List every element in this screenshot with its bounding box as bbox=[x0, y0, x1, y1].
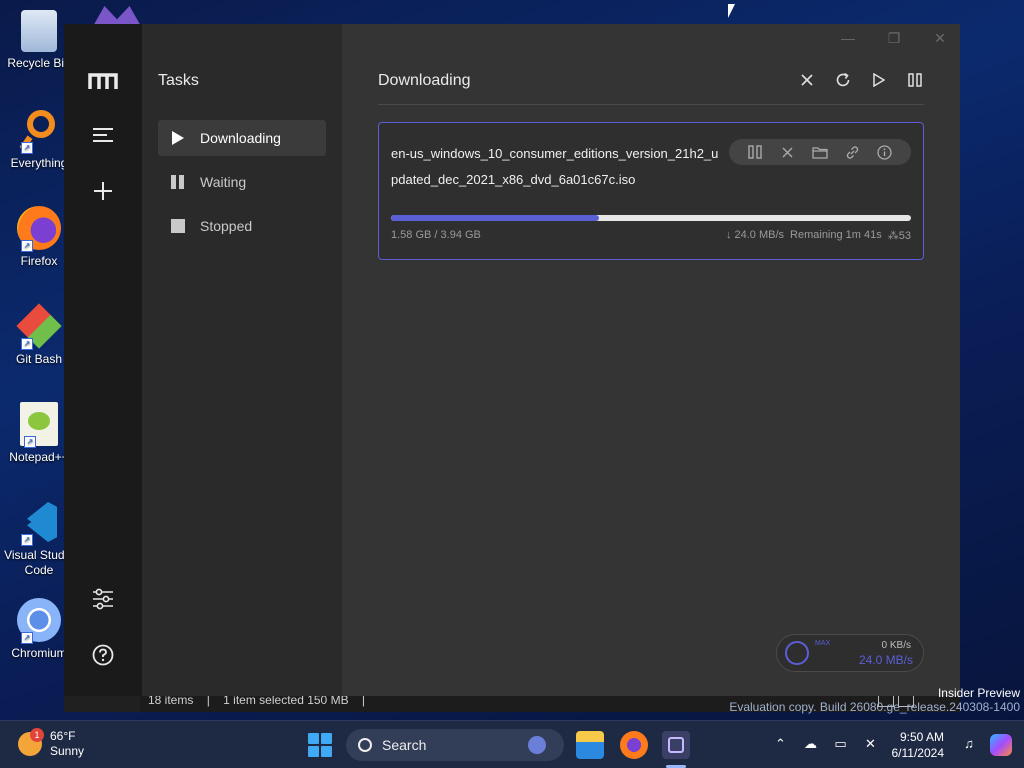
notification-badge: 1 bbox=[30, 728, 44, 742]
pause-icon bbox=[908, 73, 922, 87]
resume-all-button[interactable] bbox=[870, 70, 888, 90]
volume-muted-icon[interactable]: ✕ bbox=[862, 736, 880, 754]
task-progress-bar bbox=[391, 215, 911, 221]
clock-time: 9:50 AM bbox=[899, 730, 944, 744]
weather-text: 66°F Sunny bbox=[50, 729, 84, 759]
sun-icon: 1 bbox=[18, 728, 44, 756]
sidebar-item-label: Stopped bbox=[200, 218, 253, 234]
close-icon bbox=[782, 147, 793, 157]
search-label: Search bbox=[382, 737, 427, 753]
weather-desc: Sunny bbox=[50, 744, 85, 758]
task-stats: ↓ 24.0 MB/s Remaining 1m 41s ⁂53 bbox=[726, 229, 911, 242]
notification-bell-icon[interactable]: ♫ bbox=[960, 736, 978, 754]
firefox-icon: ↗ bbox=[17, 206, 61, 252]
copilot-icon[interactable] bbox=[990, 734, 1012, 756]
chromium-icon: ↗ bbox=[17, 598, 61, 644]
sidebar-item-stopped[interactable]: Stopped bbox=[158, 208, 326, 244]
close-icon bbox=[801, 74, 813, 86]
preferences-icon[interactable] bbox=[88, 584, 118, 614]
task-filename: en-us_windows_10_consumer_editions_versi… bbox=[391, 146, 719, 187]
motrix-taskbar-icon[interactable] bbox=[662, 731, 690, 759]
clock[interactable]: 9:50 AM 6/11/2024 bbox=[892, 729, 945, 761]
magnifier-icon: ↗ bbox=[17, 108, 61, 154]
sidebar-item-label: Downloading bbox=[200, 130, 281, 146]
pause-icon bbox=[748, 145, 762, 159]
pause-task-button[interactable] bbox=[747, 144, 763, 160]
delete-task-button[interactable] bbox=[780, 144, 796, 160]
info-icon bbox=[877, 144, 892, 160]
refresh-button[interactable] bbox=[834, 70, 852, 90]
open-folder-button[interactable] bbox=[812, 144, 828, 160]
windows-logo-pane bbox=[308, 733, 319, 744]
taskbar: 1 66°F Sunny Search ⌃ ☁ ▭ ✕ 9:50 AM 6/11… bbox=[0, 720, 1024, 768]
task-size-progress: 1.58 GB / 3.94 GB bbox=[391, 229, 481, 241]
stop-icon bbox=[170, 218, 186, 234]
file-explorer-icon[interactable] bbox=[576, 731, 604, 759]
motrix-glyph bbox=[668, 737, 684, 753]
clock-date: 6/11/2024 bbox=[891, 746, 945, 760]
chevron-up-icon[interactable]: ⌃ bbox=[772, 736, 790, 754]
help-icon[interactable] bbox=[88, 640, 118, 670]
search-highlight-icon bbox=[528, 736, 546, 754]
upload-speed: 0 KB/s bbox=[881, 640, 911, 651]
speedometer-gauge-icon bbox=[785, 641, 809, 665]
windows-logo-pane bbox=[321, 746, 332, 757]
pause-icon bbox=[170, 174, 186, 190]
network-icon[interactable]: ▭ bbox=[832, 736, 850, 754]
speedometer[interactable]: MAX 0 KB/s 24.0 MB/s bbox=[776, 634, 924, 672]
windows-logo-pane bbox=[308, 746, 319, 757]
page-title: Downloading bbox=[378, 72, 471, 89]
add-task-icon[interactable] bbox=[88, 176, 118, 206]
task-connections: 53 bbox=[898, 230, 911, 242]
copy-link-button[interactable] bbox=[844, 144, 860, 160]
sidebar-item-label: Waiting bbox=[200, 174, 247, 190]
app-logo-icon bbox=[88, 66, 118, 96]
system-tray: ⌃ ☁ ▭ ✕ 9:50 AM 6/11/2024 ♫ bbox=[766, 721, 1024, 768]
speed-limit-mode: MAX bbox=[815, 640, 831, 647]
git-bash-icon: ↗ bbox=[16, 303, 62, 350]
connections-icon: ⁂ bbox=[887, 230, 899, 242]
start-button[interactable] bbox=[308, 733, 332, 757]
menu-icon[interactable] bbox=[88, 120, 118, 150]
weather-widget[interactable]: 1 66°F Sunny bbox=[18, 728, 84, 759]
taskbar-search[interactable]: Search bbox=[346, 729, 564, 761]
windows-logo-pane bbox=[321, 733, 332, 744]
download-speed: 24.0 MB/s bbox=[858, 653, 913, 667]
search-icon bbox=[358, 738, 372, 752]
task-item[interactable]: en-us_windows_10_consumer_editions_versi… bbox=[378, 122, 924, 260]
motrix-window: — ❐ ✕ Tasks Downloading Waiting Stopped … bbox=[64, 24, 960, 696]
task-remaining: Remaining 1m 41s bbox=[790, 229, 882, 241]
task-list-panel: Downloading en-us_windows_10_consumer_ed… bbox=[342, 24, 960, 696]
header-divider bbox=[378, 104, 924, 105]
task-progress-fill bbox=[391, 215, 599, 221]
watermark-line-2: Evaluation copy. Build 26080.ge_release.… bbox=[729, 700, 1020, 714]
nav-rail bbox=[64, 24, 142, 696]
firefox-taskbar-icon[interactable] bbox=[620, 731, 648, 759]
task-sidebar: Tasks Downloading Waiting Stopped bbox=[142, 24, 342, 696]
sidebar-title: Tasks bbox=[158, 72, 199, 89]
mouse-cursor-icon bbox=[728, 4, 735, 18]
recycle-bin-icon bbox=[21, 10, 57, 52]
play-icon bbox=[873, 73, 885, 87]
folder-icon bbox=[812, 146, 828, 159]
vscode-icon: ↗ bbox=[17, 500, 61, 546]
task-toolbar bbox=[798, 70, 924, 90]
notepadpp-icon: ↗ bbox=[20, 402, 58, 448]
watermark-line-1: Insider Preview bbox=[937, 686, 1020, 700]
task-connections-wrap: ⁂53 bbox=[888, 229, 911, 242]
refresh-icon bbox=[836, 72, 850, 87]
weather-temp: 66°F bbox=[50, 729, 76, 743]
pause-all-button[interactable] bbox=[906, 70, 924, 90]
task-speed: ↓ 24.0 MB/s bbox=[725, 229, 785, 241]
sidebar-item-downloading[interactable]: Downloading bbox=[158, 120, 326, 156]
task-actions-bar bbox=[729, 139, 911, 165]
windows-watermark: Insider Preview Evaluation copy. Build 2… bbox=[729, 686, 1020, 714]
play-icon bbox=[170, 130, 186, 146]
sidebar-item-waiting[interactable]: Waiting bbox=[158, 164, 326, 200]
link-icon bbox=[846, 145, 858, 159]
onedrive-icon[interactable]: ☁ bbox=[802, 736, 820, 754]
task-info-button[interactable] bbox=[877, 144, 893, 160]
delete-all-button[interactable] bbox=[798, 70, 816, 90]
